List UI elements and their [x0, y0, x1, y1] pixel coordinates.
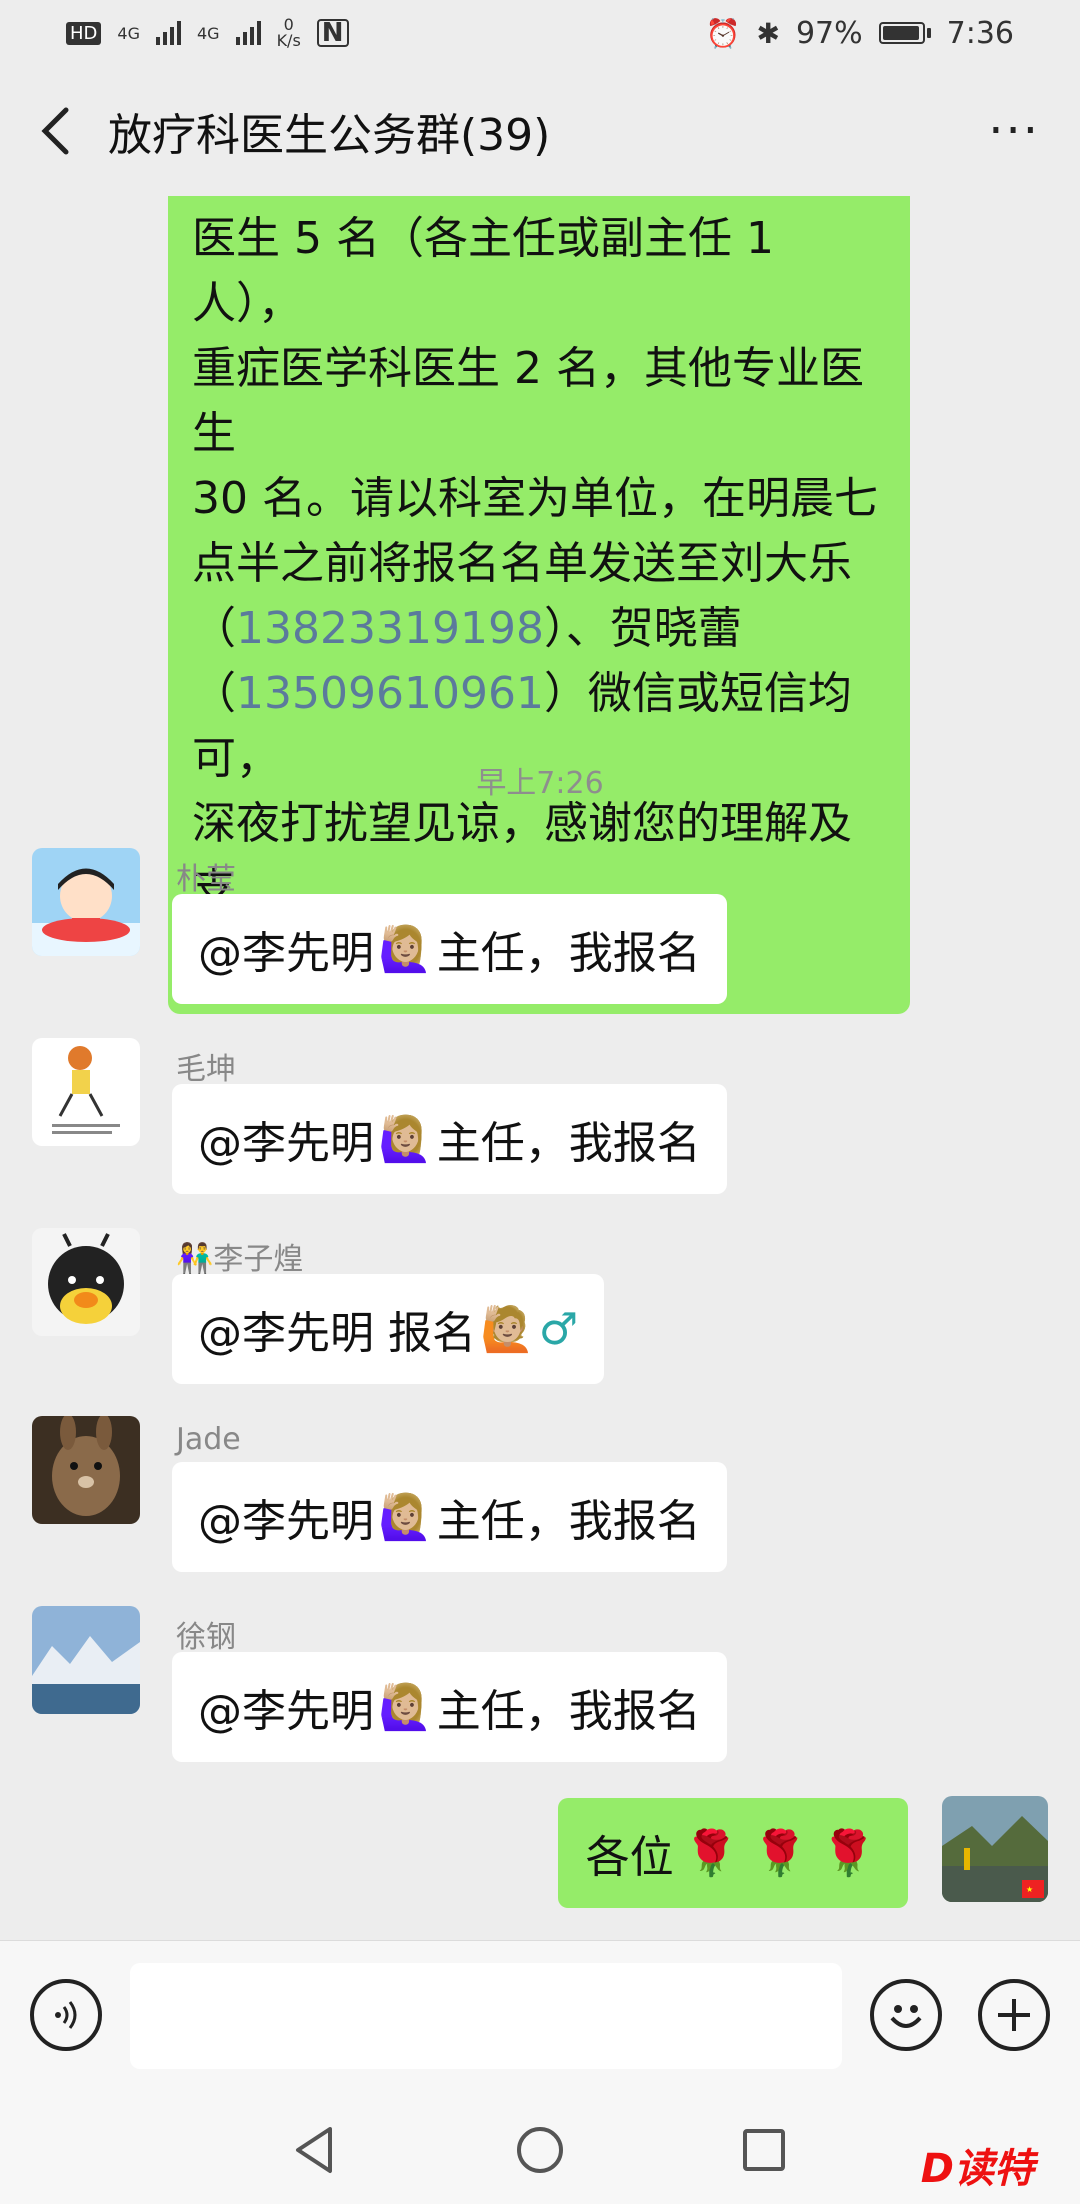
sender-name: 徐钢: [176, 1620, 236, 1655]
nav-back-button[interactable]: [284, 2120, 344, 2180]
message-line: 30 名。请以科室为单位，在明晨七: [192, 473, 878, 524]
emoji-icon: [890, 2005, 922, 2028]
avatar[interactable]: [32, 1606, 140, 1714]
avatar[interactable]: [32, 848, 140, 956]
bluetooth-icon: ✱: [756, 16, 780, 50]
couple-emoji-icon: 👫: [176, 1242, 214, 1277]
message-bubble[interactable]: @李先明 🙋🏼‍♀️ 主任，我报名: [172, 1084, 727, 1194]
raising-hand-emoji-icon: 🙋🏼‍♀️: [378, 1682, 433, 1733]
message-timestamp: 早上7:26: [476, 766, 604, 801]
hd-badge: HD: [66, 21, 102, 45]
emoji-button[interactable]: [870, 1979, 942, 2051]
input-bar: [0, 1940, 1080, 2090]
svg-text:★: ★: [1026, 1885, 1033, 1894]
message-bubble[interactable]: @李先明 报名 🙋🏼 ♂: [172, 1274, 605, 1384]
avatar[interactable]: [32, 1416, 140, 1524]
my-long-message-bubble[interactable]: 医生 5 名（各主任或副主任 1 人）， 重症医学科医生 2 名，其他专业医生 …: [168, 196, 910, 1014]
rose-emoji-icon: 🌹 🌹 🌹: [683, 1828, 876, 1879]
circle-home-icon: [517, 2127, 563, 2173]
avatar[interactable]: [32, 1228, 140, 1336]
square-recents-icon: [743, 2129, 785, 2171]
chat-header: 放疗科医生公务群(39) ···: [0, 66, 1080, 196]
network-4g-label-2: 4G: [196, 23, 220, 43]
signal-icon-2: [235, 21, 261, 45]
network-speed: 0 K/s: [276, 15, 301, 50]
raising-hand-emoji-icon: 🙋🏼‍♀️: [378, 924, 433, 975]
triangle-back-icon: [296, 2127, 332, 2173]
message-input[interactable]: [130, 1963, 842, 2069]
chat-title: 放疗科医生公务群(39): [108, 110, 551, 161]
message-line: （13823319198）、贺晓蕾: [192, 603, 742, 654]
network-4g-label: 4G: [117, 23, 140, 43]
message-line: 医生 5 名（各主任或副主任 1 人），: [192, 213, 774, 329]
sender-name: Jade: [176, 1422, 241, 1457]
nfc-icon: N: [316, 19, 349, 47]
avatar[interactable]: [32, 1038, 140, 1146]
watermark-logo: D读特: [920, 2146, 1034, 2192]
sender-name: 朴莹: [176, 862, 236, 897]
signal-icon: [155, 21, 181, 45]
message-line: 点半之前将报名名单发送至刘大乐: [192, 538, 852, 589]
message-bubble[interactable]: @李先明 🙋🏼‍♀️ 主任，我报名: [172, 894, 727, 1004]
my-avatar[interactable]: ★: [942, 1796, 1048, 1902]
male-sign-icon: ♂: [538, 1303, 579, 1355]
phone-link-1[interactable]: 13823319198: [236, 603, 544, 654]
plus-icon: [998, 1999, 1030, 2031]
status-bar: HD 4G 4G 0 K/s N ⏰ ✱ 97% 7:36: [0, 0, 1080, 66]
my-message-bubble[interactable]: 各位 🌹 🌹 🌹: [557, 1798, 908, 1908]
voice-button[interactable]: [30, 1979, 102, 2051]
nav-recents-button[interactable]: [734, 2120, 794, 2180]
alarm-icon: ⏰: [705, 16, 741, 50]
raising-hand-emoji-icon: 🙋🏼‍♀️: [378, 1114, 433, 1165]
nav-home-button[interactable]: [510, 2120, 570, 2180]
phone-link-2[interactable]: 13509610961: [236, 668, 544, 719]
message-line: 重症医学科医生 2 名，其他专业医生: [192, 343, 864, 459]
more-options-button[interactable]: ···: [988, 103, 1050, 159]
more-functions-button[interactable]: [978, 1979, 1050, 2051]
system-nav-bar: [0, 2090, 1080, 2204]
clock: 7:36: [946, 15, 1014, 51]
sender-name: 毛坤: [176, 1052, 236, 1087]
voice-icon: [55, 2001, 77, 2029]
battery-percent: 97%: [795, 15, 863, 51]
raising-hand-emoji-icon: 🙋🏼‍♀️: [378, 1492, 433, 1543]
chat-messages[interactable]: 医生 5 名（各主任或副主任 1 人）， 重症医学科医生 2 名，其他专业医生 …: [0, 196, 1080, 1940]
raising-hand-emoji-icon: 🙋🏼: [480, 1304, 535, 1355]
message-bubble[interactable]: @李先明 🙋🏼‍♀️ 主任，我报名: [172, 1462, 727, 1572]
chevron-left-icon: [41, 107, 69, 155]
back-button[interactable]: [30, 96, 80, 166]
sender-name: 👫李子煌: [176, 1242, 304, 1277]
message-bubble[interactable]: @李先明 🙋🏼‍♀️ 主任，我报名: [172, 1652, 727, 1762]
battery-icon: [878, 22, 931, 44]
